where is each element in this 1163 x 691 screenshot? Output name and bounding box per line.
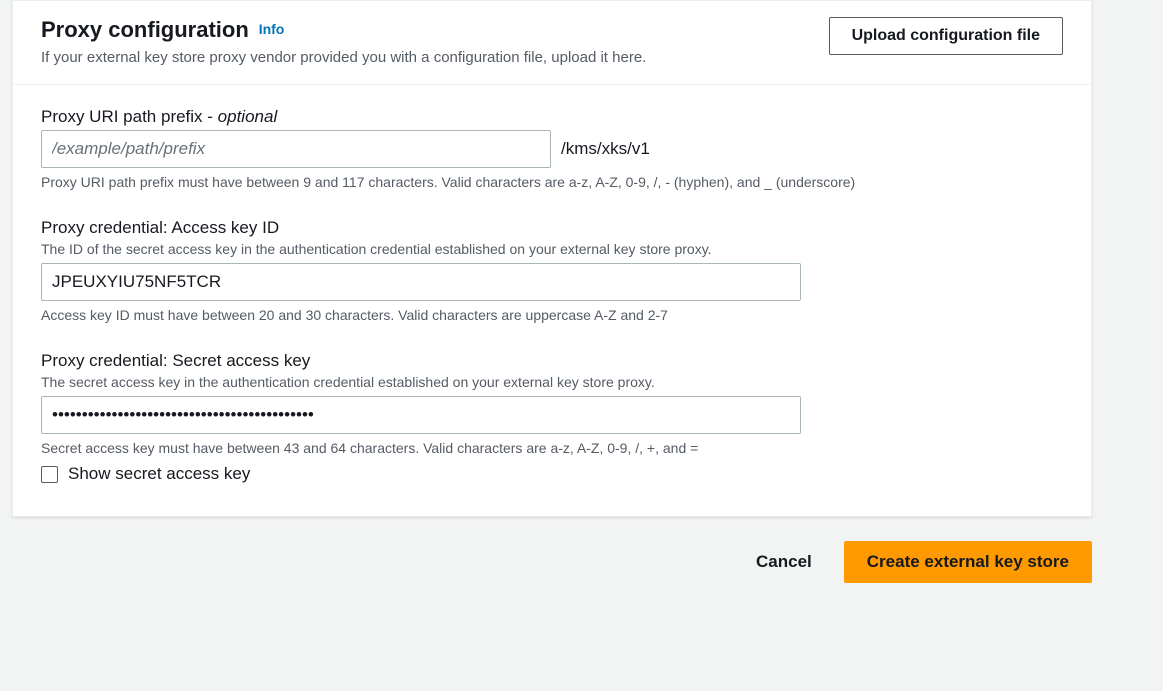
proxy-uri-suffix: /kms/xks/v1 [551, 139, 650, 159]
proxy-uri-prefix-field: Proxy URI path prefix - optional /kms/xk… [41, 107, 1063, 190]
secret-access-key-input[interactable] [41, 396, 801, 434]
show-secret-row: Show secret access key [41, 464, 1063, 484]
proxy-uri-prefix-input[interactable] [41, 130, 551, 168]
access-key-id-label: Proxy credential: Access key ID [41, 218, 1063, 238]
footer-actions: Cancel Create external key store [12, 541, 1092, 583]
show-secret-checkbox[interactable] [41, 466, 58, 483]
proxy-uri-prefix-hint: Proxy URI path prefix must have between … [41, 174, 1063, 190]
create-external-key-store-button[interactable]: Create external key store [844, 541, 1092, 583]
secret-access-key-label: Proxy credential: Secret access key [41, 351, 1063, 371]
panel-body: Proxy URI path prefix - optional /kms/xk… [13, 85, 1091, 516]
access-key-id-desc: The ID of the secret access key in the a… [41, 241, 1063, 257]
info-link[interactable]: Info [259, 21, 285, 37]
access-key-id-field: Proxy credential: Access key ID The ID o… [41, 218, 1063, 323]
show-secret-label[interactable]: Show secret access key [68, 464, 250, 484]
proxy-uri-prefix-label-text: Proxy URI path prefix - [41, 107, 218, 126]
upload-configuration-button[interactable]: Upload configuration file [829, 17, 1063, 55]
access-key-id-hint: Access key ID must have between 20 and 3… [41, 307, 1063, 323]
secret-access-key-hint: Secret access key must have between 43 a… [41, 440, 1063, 456]
panel-subtitle: If your external key store proxy vendor … [41, 49, 829, 66]
panel-header-left: Proxy configuration Info If your externa… [41, 17, 829, 66]
secret-access-key-desc: The secret access key in the authenticat… [41, 374, 1063, 390]
panel-header: Proxy configuration Info If your externa… [13, 1, 1091, 85]
proxy-configuration-panel: Proxy configuration Info If your externa… [12, 0, 1092, 517]
cancel-button[interactable]: Cancel [742, 541, 826, 583]
optional-marker: optional [218, 107, 278, 126]
proxy-uri-row: /kms/xks/v1 [41, 130, 1063, 168]
proxy-uri-prefix-label: Proxy URI path prefix - optional [41, 107, 1063, 127]
access-key-id-input[interactable] [41, 263, 801, 301]
secret-access-key-field: Proxy credential: Secret access key The … [41, 351, 1063, 484]
panel-title: Proxy configuration [41, 17, 249, 43]
